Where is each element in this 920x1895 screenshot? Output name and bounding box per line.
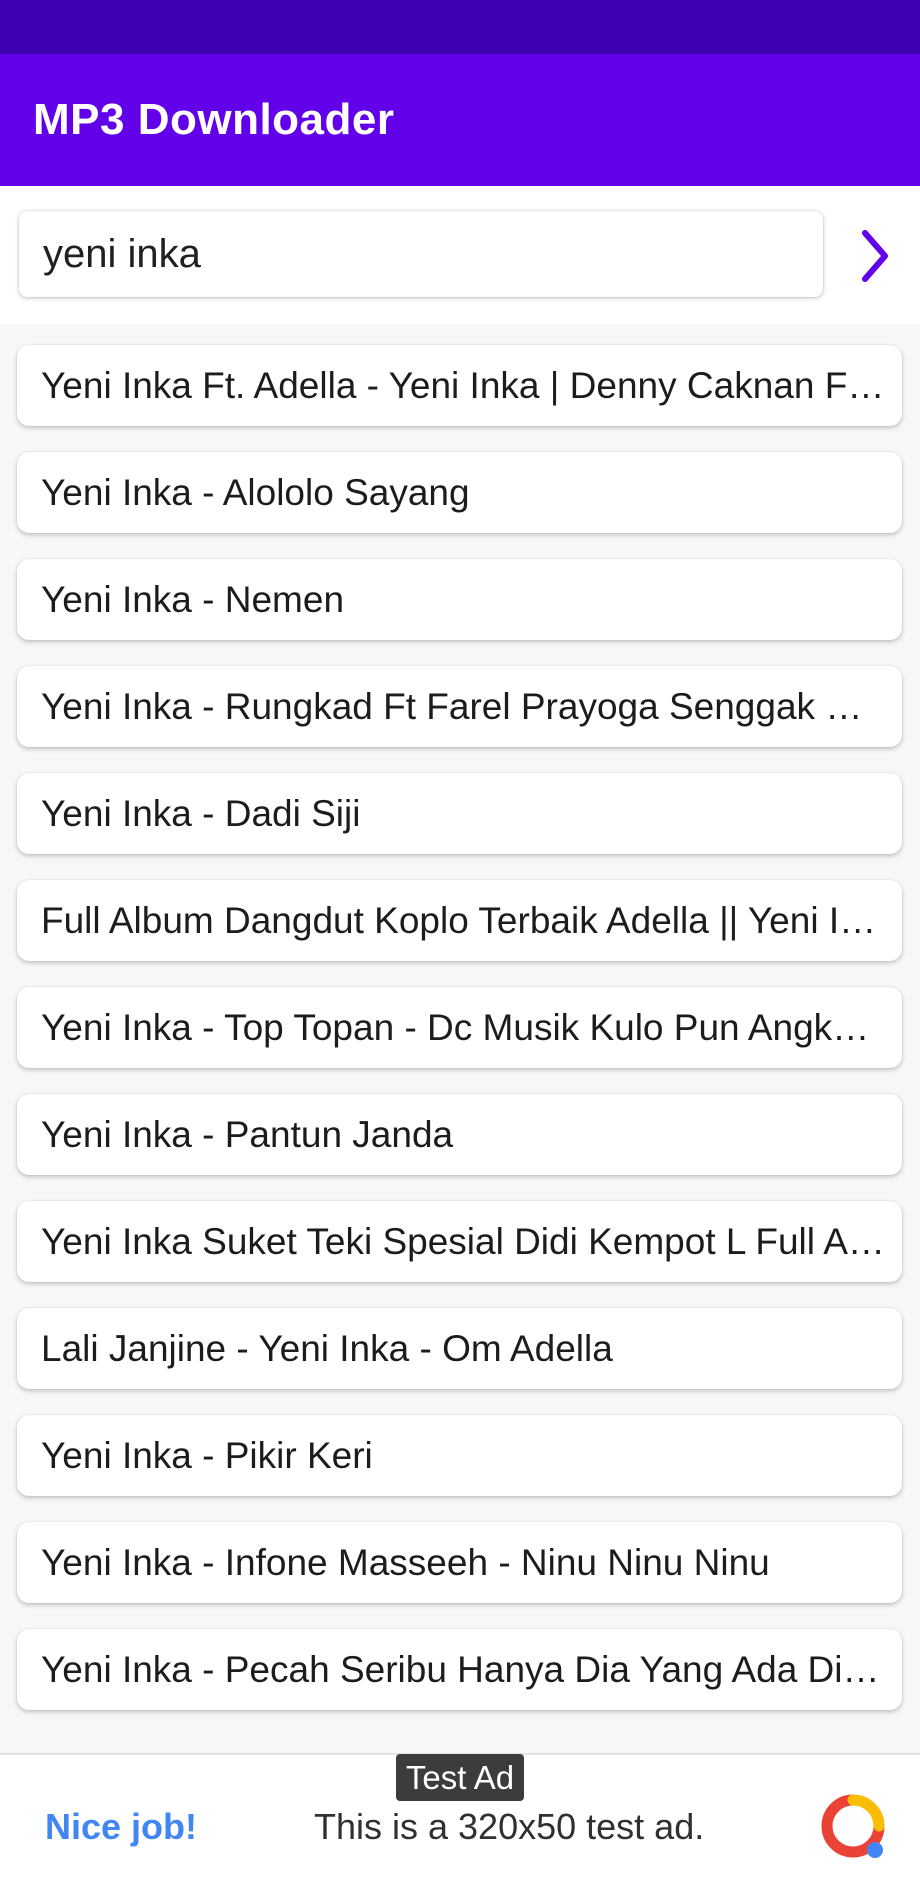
- ad-headline[interactable]: Nice job!: [45, 1800, 197, 1854]
- result-item[interactable]: Yeni Inka - Nemen: [17, 559, 902, 640]
- result-title: Yeni Inka - Pikir Keri: [41, 1435, 373, 1476]
- result-item[interactable]: Yeni Inka - Infone Masseeh - Ninu Ninu N…: [17, 1522, 902, 1603]
- result-title: Yeni Inka - Top Topan - Dc Musik Kulo Pu…: [41, 1007, 886, 1048]
- app-bar: MP3 Downloader: [0, 54, 920, 186]
- result-title: Yeni Inka - Alololo Sayang: [41, 472, 470, 513]
- result-item[interactable]: Yeni Inka - Pikir Keri: [17, 1415, 902, 1496]
- result-title: Yeni Inka Ft. Adella - Yeni Inka | Denny…: [41, 365, 886, 406]
- result-title: Yeni Inka - Infone Masseeh - Ninu Ninu N…: [41, 1542, 770, 1583]
- result-title: Yeni Inka Suket Teki Spesial Didi Kempot…: [41, 1221, 886, 1262]
- search-box: [19, 211, 823, 297]
- result-item[interactable]: Yeni Inka Suket Teki Spesial Didi Kempot…: [17, 1201, 902, 1282]
- result-item[interactable]: Full Album Dangdut Koplo Terbaik Adella …: [17, 880, 902, 961]
- result-item[interactable]: Yeni Inka - Alololo Sayang: [17, 452, 902, 533]
- result-title: Lali Janjine - Yeni Inka - Om Adella: [41, 1328, 613, 1369]
- status-bar: [0, 0, 920, 54]
- result-item[interactable]: Yeni Inka - Pecah Seribu Hanya Dia Yang …: [17, 1629, 902, 1710]
- result-title: Yeni Inka - Pantun Janda: [41, 1114, 454, 1155]
- ad-network-logo-icon[interactable]: [815, 1788, 891, 1864]
- ad-badge: Test Ad: [396, 1754, 524, 1801]
- result-item[interactable]: Yeni Inka - Rungkad Ft Farel Prayoga Sen…: [17, 666, 902, 747]
- search-submit-button[interactable]: [848, 224, 902, 288]
- ad-body-text[interactable]: This is a 320x50 test ad.: [314, 1800, 704, 1854]
- search-row: [0, 186, 920, 324]
- result-title: Yeni Inka - Rungkad Ft Farel Prayoga Sen…: [41, 686, 886, 727]
- result-item[interactable]: Yeni Inka - Pantun Janda: [17, 1094, 902, 1175]
- result-title: Yeni Inka - Dadi Siji: [41, 793, 361, 834]
- result-item[interactable]: Yeni Inka Ft. Adella - Yeni Inka | Denny…: [17, 345, 902, 426]
- search-input[interactable]: [43, 211, 813, 297]
- result-item[interactable]: Lali Janjine - Yeni Inka - Om Adella: [17, 1308, 902, 1389]
- result-item[interactable]: Yeni Inka - Top Topan - Dc Musik Kulo Pu…: [17, 987, 902, 1068]
- result-title: Full Album Dangdut Koplo Terbaik Adella …: [41, 900, 886, 941]
- app-title: MP3 Downloader: [33, 95, 395, 144]
- results-list: Yeni Inka Ft. Adella - Yeni Inka | Denny…: [0, 324, 920, 1716]
- result-item[interactable]: Yeni Inka - Dadi Siji: [17, 773, 902, 854]
- result-title: Yeni Inka - Pecah Seribu Hanya Dia Yang …: [41, 1649, 886, 1690]
- chevron-right-icon: [862, 230, 888, 282]
- result-title: Yeni Inka - Nemen: [41, 579, 345, 620]
